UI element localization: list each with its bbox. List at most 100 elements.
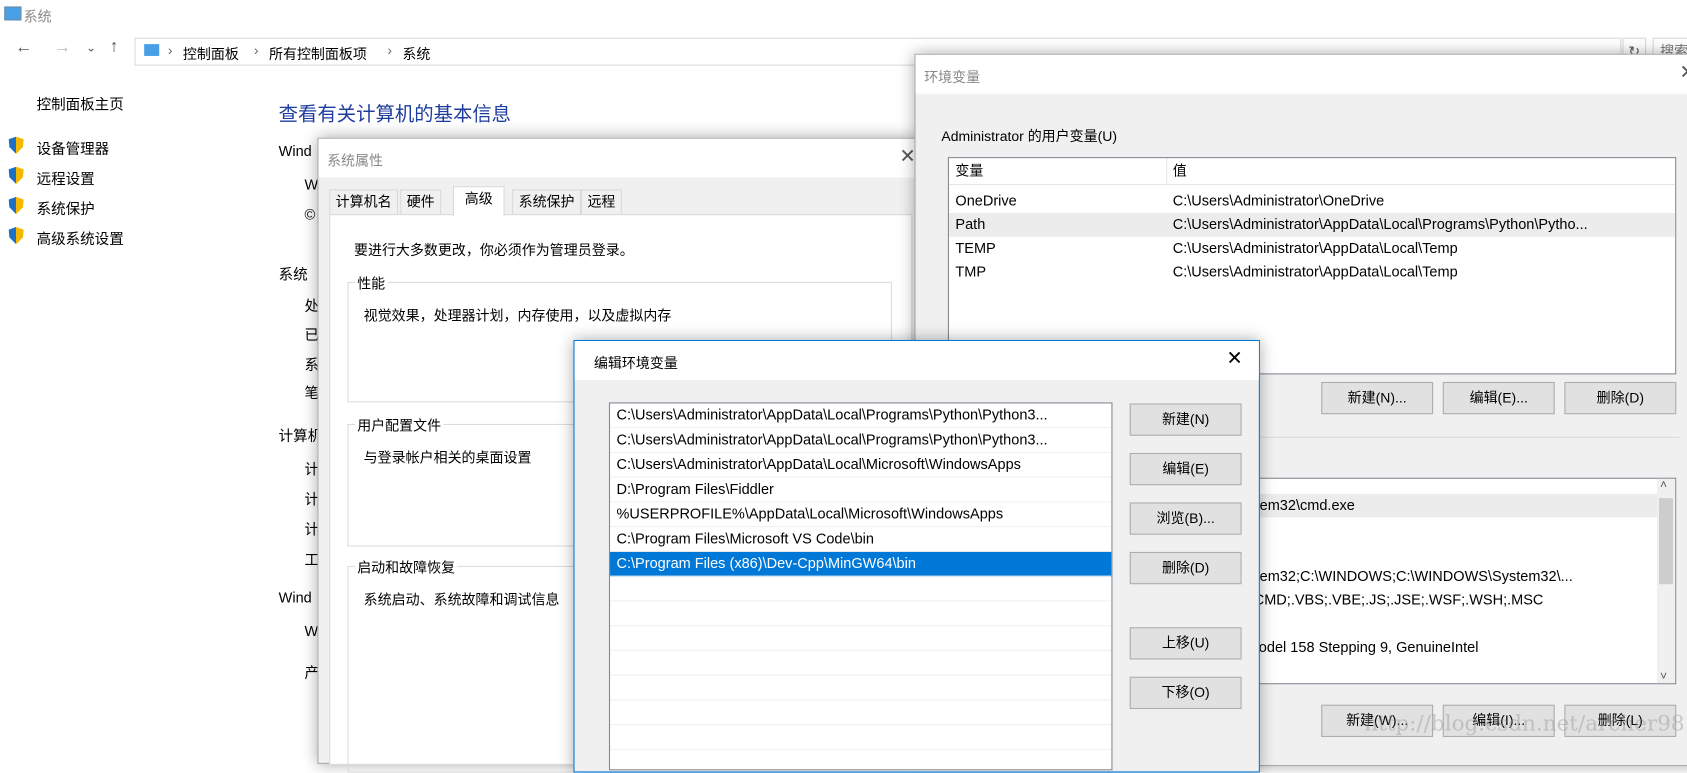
list-item[interactable] <box>610 700 1112 726</box>
column-header-value[interactable]: 值 <box>1173 158 1187 184</box>
computer-icon <box>4 6 22 21</box>
user-new-button[interactable]: 新建(N)... <box>1321 381 1434 415</box>
shield-icon <box>8 136 24 154</box>
close-icon[interactable]: ✕ <box>1227 348 1243 371</box>
admin-notice: 要进行大多数更改，你必须作为管理员登录。 <box>353 242 634 259</box>
tab-remote[interactable]: 远程 <box>580 189 622 216</box>
table-row[interactable]: TEMP C:\Users\Administrator\AppData\Local… <box>949 237 1675 261</box>
back-icon[interactable]: ← <box>15 39 32 58</box>
shield-icon <box>8 227 24 245</box>
window-title: 系统 <box>23 8 52 25</box>
partial-text: © <box>304 206 316 223</box>
variable-value: C:\Users\Administrator\OneDrive <box>1172 192 1385 209</box>
table-row[interactable] <box>1218 518 1675 542</box>
table-row[interactable] <box>1218 479 1675 494</box>
list-item[interactable]: C:\Program Files (x86)\Dev-Cpp\MinGW64\b… <box>610 551 1112 577</box>
variable-name: TMP <box>955 263 987 280</box>
table-row[interactable]: BAT;.CMD;.VBS;.VBE;.JS;.JSE;.WSF;.WSH;.M… <box>1218 589 1675 613</box>
table-row[interactable]: S\system32;C:\WINDOWS;C:\WINDOWS\System3… <box>1218 565 1675 589</box>
list-item[interactable]: %USERPROFILE%\AppData\Local\Microsoft\Wi… <box>610 502 1112 528</box>
user-vars-label: Administrator 的用户变量(U) <box>941 128 1118 145</box>
watermark: http://blog.csdn.net/archer9812 <box>1364 710 1687 736</box>
forward-icon[interactable]: → <box>54 39 71 58</box>
partial-text: Wind <box>278 143 312 160</box>
variable-name: OneDrive <box>955 192 1017 209</box>
sidebar-item-remote[interactable]: 远程设置 <box>37 167 95 189</box>
variable-name: TEMP <box>955 239 996 257</box>
table-row[interactable]: Path C:\Users\Administrator\AppData\Local… <box>948 213 1676 237</box>
tab-system-protection[interactable]: 系统保护 <box>512 189 582 216</box>
list-item[interactable]: C:\Users\Administrator\AppData\Local\Mic… <box>610 453 1112 478</box>
edit-environment-variable-dialog: 编辑环境变量 ✕ C:\Users\Administrator\AppData\L… <box>573 339 1260 773</box>
dialog-title: 编辑环境变量 <box>593 355 678 372</box>
list-item[interactable]: C:\Program Files\Microsoft VS Code\bin <box>610 527 1112 552</box>
list-item[interactable]: C:\Users\Administrator\AppData\Local\Pro… <box>610 428 1112 453</box>
close-icon[interactable]: ✕ <box>899 145 915 168</box>
dialog-title: 系统属性 <box>327 152 384 169</box>
recent-chevron-icon[interactable]: ⌄ <box>86 41 96 55</box>
column-header-variable[interactable]: 变量 <box>955 158 983 184</box>
table-row[interactable]: OneDrive C:\Users\Administrator\OneDrive <box>949 189 1675 213</box>
group-label: 性能 <box>355 272 388 293</box>
sidebar-item-device-manager[interactable]: 设备管理器 <box>37 137 110 159</box>
scrollbar-thumb[interactable] <box>1659 498 1674 585</box>
breadcrumb-item[interactable]: 控制面板 <box>183 43 239 63</box>
table-row[interactable]: ly 6 Model 158 Stepping 9, GenuineIntel <box>1218 636 1675 660</box>
edit-button[interactable]: 编辑(E) <box>1129 452 1242 486</box>
scroll-down-icon[interactable]: ˅ <box>1660 670 1667 683</box>
tab-strip: 计算机名 硬件 高级 系统保护 远程 <box>329 186 910 217</box>
page-heading: 查看有关计算机的基本信息 <box>278 103 512 125</box>
table-row[interactable]: TMP C:\Users\Administrator\AppData\Local\… <box>949 260 1675 284</box>
table-row[interactable]: T <box>1218 541 1675 565</box>
variable-value: C:\Users\Administrator\AppData\Local\Tem… <box>1172 263 1458 280</box>
computer-icon <box>144 44 160 56</box>
sidebar-item-protection[interactable]: 系统保护 <box>37 197 95 219</box>
partial-text: W <box>304 176 319 193</box>
list-item[interactable] <box>610 725 1112 750</box>
group-label: 用户配置文件 <box>355 414 444 435</box>
variable-value: C:\Users\Administrator\AppData\Local\Pro… <box>1172 216 1588 233</box>
list-item[interactable] <box>610 651 1112 676</box>
sidebar-item-advanced[interactable]: 高级系统设置 <box>37 227 124 249</box>
delete-button[interactable]: 删除(D) <box>1129 551 1242 585</box>
scroll-up-icon[interactable]: ˄ <box>1660 479 1667 492</box>
variable-value: C:\Users\Administrator\AppData\Local\Tem… <box>1172 239 1458 257</box>
list-item[interactable]: D:\Program Files\Fiddler <box>610 478 1112 503</box>
new-button[interactable]: 新建(N) <box>1129 403 1242 436</box>
table-row[interactable]: S\system32\cmd.exe <box>1217 493 1676 518</box>
partial-text: W <box>304 622 319 640</box>
path-entries-list[interactable]: C:\Users\Administrator\AppData\Local\Pro… <box>608 402 1113 771</box>
tab-hardware[interactable]: 硬件 <box>400 189 442 216</box>
variable-name: Path <box>955 216 986 233</box>
group-label: 启动和故障恢复 <box>355 556 458 577</box>
scrollbar[interactable]: ˄ ˅ <box>1656 478 1676 684</box>
close-icon[interactable]: ✕ <box>1679 61 1687 84</box>
breadcrumb-item[interactable]: 系统 <box>402 43 430 63</box>
table-row[interactable] <box>1218 612 1675 636</box>
group-description: 视觉效果，处理器计划，内存使用，以及虚拟内存 <box>363 307 672 324</box>
move-up-button[interactable]: 上移(U) <box>1129 627 1242 660</box>
tab-computer-name[interactable]: 计算机名 <box>329 189 399 216</box>
tab-advanced[interactable]: 高级 <box>452 186 505 217</box>
sidebar-home-link[interactable]: 控制面板主页 <box>37 93 124 115</box>
list-item[interactable]: C:\Users\Administrator\AppData\Local\Pro… <box>610 403 1112 429</box>
partial-text: 计算机 <box>278 428 323 445</box>
dialog-title: 环境变量 <box>924 68 981 85</box>
move-down-button[interactable]: 下移(O) <box>1129 676 1242 710</box>
user-edit-button[interactable]: 编辑(E)... <box>1442 381 1555 415</box>
list-item[interactable] <box>610 577 1112 602</box>
list-item[interactable] <box>610 676 1112 701</box>
up-icon[interactable]: ↑ <box>110 38 119 57</box>
group-description: 系统启动、系统故障和调试信息 <box>363 591 560 608</box>
partial-text: Wind <box>278 589 312 606</box>
list-item[interactable] <box>610 601 1112 627</box>
browse-button[interactable]: 浏览(B)... <box>1129 502 1242 535</box>
list-item[interactable] <box>610 626 1112 651</box>
breadcrumb-item[interactable]: 所有控制面板项 <box>269 43 367 63</box>
system-vars-list[interactable]: S\system32\cmd.exe TS\system32;C:\WINDOWS… <box>1216 477 1677 685</box>
shield-icon <box>8 196 24 215</box>
group-description: 与登录帐户相关的桌面设置 <box>363 449 532 466</box>
user-delete-button[interactable]: 删除(D) <box>1564 381 1677 415</box>
shield-icon <box>8 166 24 184</box>
partial-text: 系统 <box>278 266 308 283</box>
